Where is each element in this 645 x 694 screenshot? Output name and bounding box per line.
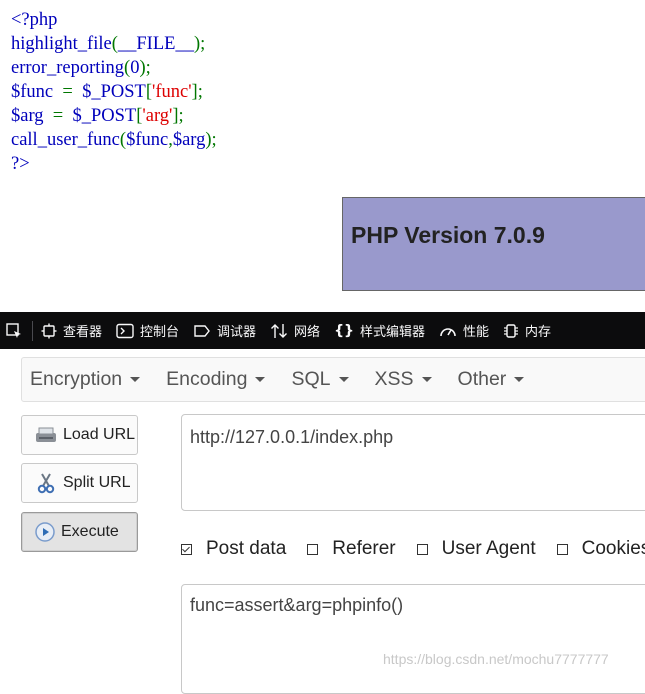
menu-label: XSS — [374, 368, 414, 390]
option-label: Post data — [206, 538, 287, 559]
split-url-label: Split URL — [63, 474, 131, 491]
post-data-checkbox[interactable] — [181, 543, 192, 555]
post-data-value: func=assert&arg=phpinfo() — [190, 595, 404, 615]
caret-down-icon — [338, 377, 349, 382]
load-url-label: Load URL — [63, 426, 136, 443]
phpinfo-header: PHP Version 7.0.9 — [342, 197, 645, 291]
network-icon — [270, 323, 288, 339]
user-agent-checkbox[interactable] — [416, 543, 428, 555]
devtools-toolbar: 查看器 控制台 调试器 网络 {} 样式编辑器 性能 内存 — [0, 312, 645, 349]
menu-label: Other — [457, 368, 507, 390]
code-line-3: error_reporting(0); — [11, 58, 151, 78]
menu-label: Encoding — [166, 368, 248, 390]
debugger-icon — [193, 323, 211, 339]
memory-icon — [503, 323, 519, 339]
caret-down-icon — [130, 377, 141, 382]
tab-label: 内存 — [525, 325, 552, 340]
cookies-checkbox[interactable] — [556, 543, 568, 555]
caret-down-icon — [255, 377, 266, 382]
php-source-code: <?php highlight_file(__FILE__); error_re… — [11, 8, 217, 176]
tab-label: 性能 — [463, 325, 490, 340]
element-picker-icon[interactable] — [0, 322, 28, 340]
menu-encryption[interactable]: Encryption — [22, 368, 152, 391]
split-url-button[interactable]: Split URL — [21, 463, 138, 503]
referer-checkbox[interactable] — [307, 543, 319, 555]
menu-label: Encryption — [30, 368, 123, 390]
menu-xss[interactable]: XSS — [367, 368, 444, 391]
tab-label: 调试器 — [217, 325, 257, 340]
tab-network[interactable]: 网络 — [270, 321, 320, 340]
execute-button[interactable]: Execute — [21, 512, 138, 552]
load-url-icon — [34, 425, 58, 445]
request-options: Post data Referer User Agent Cookies — [181, 538, 645, 560]
hackbar-panel: Encryption Encoding SQL XSS Other Load U… — [0, 349, 645, 694]
caret-down-icon — [514, 377, 525, 382]
tab-inspector[interactable]: 查看器 — [41, 321, 102, 340]
tab-label: 控制台 — [140, 325, 180, 340]
tab-performance[interactable]: 性能 — [439, 321, 489, 340]
code-line-2: highlight_file(__FILE__); — [11, 34, 206, 54]
tab-memory[interactable]: 内存 — [503, 321, 551, 340]
url-textarea[interactable]: http://127.0.0.1/index.php — [181, 414, 645, 511]
option-label: User Agent — [441, 538, 536, 559]
tab-label: 查看器 — [63, 325, 103, 340]
option-label: Referer — [332, 538, 396, 559]
option-user-agent[interactable]: User Agent — [416, 538, 536, 560]
tab-label: 样式编辑器 — [360, 325, 426, 340]
option-cookies[interactable]: Cookies — [556, 538, 645, 560]
code-line-6: call_user_func($func,$arg); — [11, 130, 217, 150]
option-referer[interactable]: Referer — [307, 538, 396, 560]
play-icon — [34, 521, 56, 543]
php-version-title: PHP Version 7.0.9 — [351, 222, 545, 248]
toolbar-divider — [32, 320, 33, 341]
code-line-7: ?> — [11, 154, 30, 174]
caret-down-icon — [421, 377, 432, 382]
tab-label: 网络 — [294, 325, 321, 340]
console-icon — [116, 323, 134, 339]
style-editor-icon: {} — [334, 322, 354, 339]
menu-encoding[interactable]: Encoding — [158, 368, 277, 391]
option-post-data[interactable]: Post data — [181, 538, 286, 560]
tab-debugger[interactable]: 调试器 — [193, 321, 256, 340]
url-value: http://127.0.0.1/index.php — [190, 427, 394, 447]
tab-console[interactable]: 控制台 — [116, 321, 179, 340]
code-line-1: <?php — [11, 10, 58, 30]
load-url-button[interactable]: Load URL — [21, 415, 138, 455]
inspector-icon — [41, 323, 57, 339]
option-label: Cookies — [581, 538, 645, 559]
code-line-4: $func = $_POST['func']; — [11, 82, 203, 102]
scissors-icon — [34, 472, 58, 494]
performance-icon — [439, 323, 457, 339]
menu-other[interactable]: Other — [450, 368, 537, 391]
watermark: https://blog.csdn.net/mochu7777777 — [383, 651, 609, 667]
execute-label: Execute — [61, 523, 119, 540]
hackbar-menu: Encryption Encoding SQL XSS Other — [21, 357, 645, 402]
menu-label: SQL — [291, 368, 331, 390]
code-line-5: $arg = $_POST['arg']; — [11, 106, 184, 126]
menu-sql[interactable]: SQL — [283, 368, 360, 391]
tab-style-editor[interactable]: {} 样式编辑器 — [334, 321, 426, 341]
post-data-textarea[interactable]: func=assert&arg=phpinfo() — [181, 584, 645, 694]
